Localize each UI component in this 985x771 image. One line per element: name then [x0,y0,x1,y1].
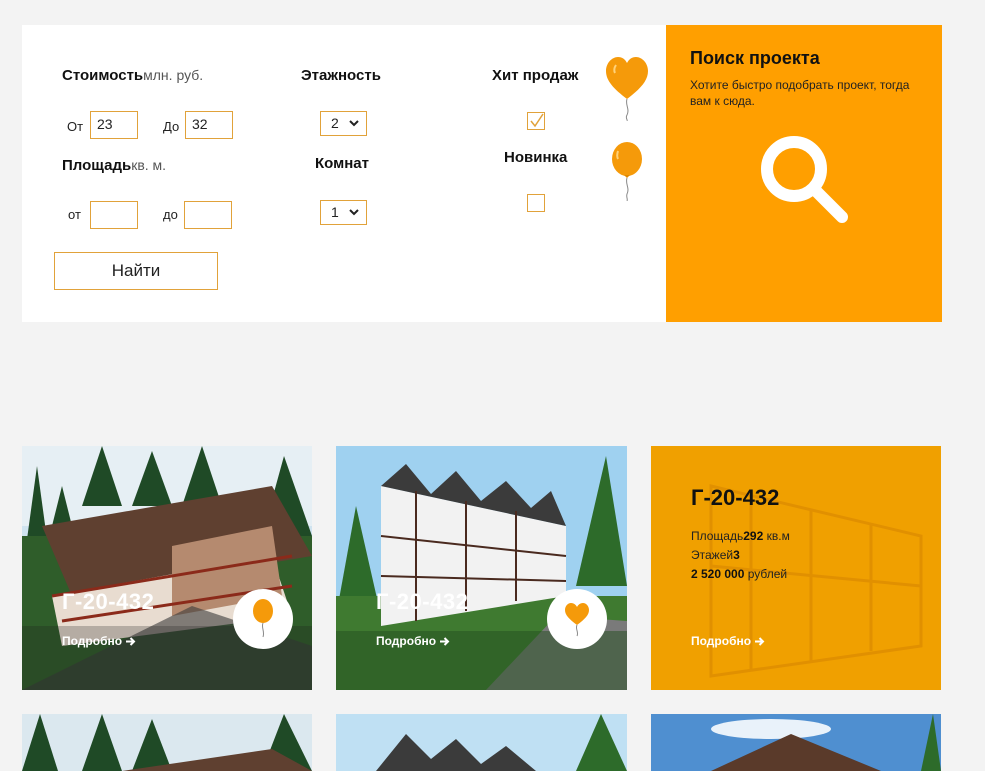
project-card-title: Г-20-432 [376,589,469,614]
more-link-label: Подробно [691,634,752,648]
project-price: 2 520 000 рублей [691,567,788,581]
search-panel-description: Хотите быстро подобрать проект, тогда ва… [690,78,910,108]
hit-checkbox[interactable] [527,112,545,130]
area-from-input[interactable] [90,201,138,229]
filter-panel: Стоимостьмлн. руб. От 23 До 32 Площадькв… [22,25,666,322]
area-from-label: от [68,207,81,222]
project-image [336,446,627,690]
cost-to-label: До [163,119,180,134]
floors-label: Этажность [301,67,381,84]
project-card-more-link[interactable]: Подробно [62,634,136,648]
area-to-input[interactable] [184,201,232,229]
project-card-title: Г-20-432 [62,589,155,614]
floors-select[interactable]: 2 [320,111,367,136]
project-card-more-link[interactable]: Подробно [691,634,765,648]
cost-from-label: От [67,119,84,134]
project-image [22,446,312,690]
arrow-right-icon [755,636,765,646]
find-button[interactable]: Найти [54,252,218,290]
project-info-title: Г-20-432 [691,485,780,510]
check-icon [530,113,544,128]
project-card-more-link[interactable]: Подробно [376,634,450,648]
magnifier-icon[interactable] [758,133,850,225]
project-floors: Этажей3 [691,548,740,562]
balloon-icon [253,599,273,638]
chevron-down-icon [349,209,359,216]
rooms-label: Комнат [315,155,369,172]
heart-balloon-icon [565,603,589,637]
more-link-label: Подробно [62,634,123,648]
search-panel-title: Поиск проекта [690,48,820,68]
project-info-card[interactable]: Г-20-432 Площадь292 кв.м Этажей3 2 520 0… [651,446,941,690]
project-card[interactable] [336,714,627,771]
rooms-select[interactable]: 1 [320,200,367,225]
cost-from-input[interactable]: 23 [90,111,138,139]
more-link-label: Подробно [376,634,437,648]
area-to-label: до [163,207,178,222]
cost-label: Стоимостьмлн. руб. [62,67,204,84]
chevron-down-icon [349,120,359,127]
new-checkbox[interactable] [527,194,545,212]
project-image [336,714,627,771]
project-image [651,714,941,771]
rooms-select-value: 1 [331,204,339,220]
search-panel[interactable]: Поиск проекта Хотите быстро подобрать пр… [666,25,942,322]
project-card[interactable]: Г-20-432 Подробно [336,446,627,690]
project-area: Площадь292 кв.м [691,529,790,543]
project-card-badge [233,589,293,649]
heart-balloon-icon [606,57,648,121]
balloon-icon [612,142,642,201]
project-card-badge [547,589,607,649]
cost-to-input[interactable]: 32 [185,111,233,139]
project-card[interactable] [651,714,941,771]
area-label: Площадькв. м. [62,157,167,174]
project-image [22,714,312,771]
area-unit: кв. м. [131,157,167,173]
project-card[interactable]: Г-20-432 Подробно [22,446,312,690]
hit-label: Хит продаж [492,67,579,84]
new-label: Новинка [504,149,568,166]
arrow-right-icon [126,636,136,646]
project-card[interactable] [22,714,312,771]
floors-select-value: 2 [331,115,339,131]
cost-unit: млн. руб. [143,67,204,83]
arrow-right-icon [440,636,450,646]
